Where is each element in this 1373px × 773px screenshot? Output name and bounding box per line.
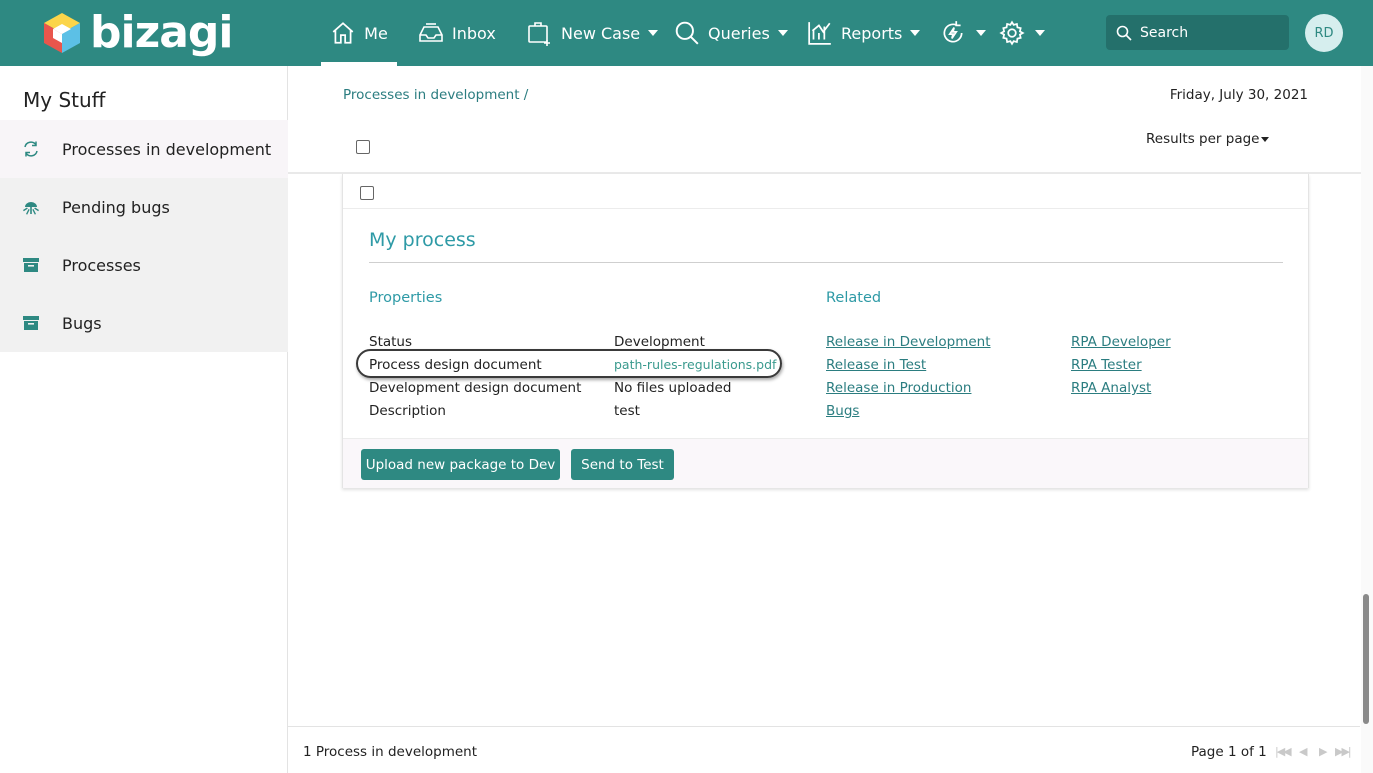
property-label: Development design document xyxy=(369,380,582,396)
new-case-icon xyxy=(528,22,550,46)
gear-icon xyxy=(999,20,1025,46)
next-page-icon[interactable]: ▶ xyxy=(1319,745,1328,758)
search-box[interactable] xyxy=(1106,15,1289,50)
magnifier-icon xyxy=(675,21,699,45)
archive-icon xyxy=(23,258,39,272)
sidebar-title: My Stuff xyxy=(23,88,106,112)
property-value: No files uploaded xyxy=(614,380,732,396)
nav-queries-label: Queries xyxy=(708,23,770,43)
sidebar-item-label: Bugs xyxy=(62,313,102,333)
nav-queries[interactable]: Queries xyxy=(674,0,788,66)
chevron-down-icon xyxy=(648,30,659,36)
lightning-refresh-icon xyxy=(943,21,963,43)
process-title: My process xyxy=(369,229,476,251)
nav-automation[interactable] xyxy=(940,0,986,66)
brand-name: bizagi xyxy=(90,7,233,58)
search-input[interactable] xyxy=(1140,24,1280,41)
link-release-in-production[interactable]: Release in Production xyxy=(826,380,971,396)
property-label: Description xyxy=(369,403,446,419)
link-release-in-development[interactable]: Release in Development xyxy=(826,334,991,350)
results-per-page-dropdown[interactable]: Results per page xyxy=(1146,131,1270,147)
chevron-down-icon xyxy=(1035,30,1045,36)
previous-page-icon[interactable]: ◀ xyxy=(1299,745,1308,758)
sidebar-item-label: Processes in development xyxy=(62,139,272,159)
user-avatar[interactable]: RD xyxy=(1305,14,1343,52)
chevron-down-icon xyxy=(777,30,788,36)
link-rpa-analyst[interactable]: RPA Analyst xyxy=(1071,380,1151,396)
chevron-down-icon xyxy=(910,30,921,36)
property-value: Development xyxy=(614,334,705,350)
current-date: Friday, July 30, 2021 xyxy=(1169,87,1308,103)
sidebar-item-label: Pending bugs xyxy=(62,197,170,217)
nav-new-case-label: New Case xyxy=(561,23,641,43)
list-footer: 1 Process in development Page 1 of 1 |◀◀… xyxy=(288,726,1360,773)
chevron-down-icon xyxy=(976,30,986,36)
process-card: My process Properties Related Status Dev… xyxy=(342,174,1309,488)
nav-reports-label: Reports xyxy=(841,23,903,43)
scrollbar-thumb[interactable] xyxy=(1363,594,1369,724)
page-indicator: Page 1 of 1 xyxy=(1191,744,1267,760)
nav-new-case[interactable]: New Case xyxy=(527,0,659,66)
property-label: Status xyxy=(369,334,413,350)
bug-icon xyxy=(23,202,39,215)
link-release-in-test[interactable]: Release in Test xyxy=(826,357,926,373)
bizagi-logo[interactable]: bizagi xyxy=(42,5,233,61)
link-rpa-developer[interactable]: RPA Developer xyxy=(1071,334,1171,350)
nav-me-label: Me xyxy=(364,23,388,43)
card-divider xyxy=(343,208,1308,209)
upload-package-button[interactable]: Upload new package to Dev xyxy=(361,449,560,480)
inbox-icon xyxy=(419,23,443,42)
title-underline xyxy=(369,262,1283,263)
nav-inbox[interactable]: Inbox xyxy=(418,0,496,66)
sidebar-item-processes-in-development[interactable]: Processes in development xyxy=(0,120,288,178)
sidebar-item-bugs[interactable]: Bugs xyxy=(0,294,288,352)
search-icon xyxy=(1116,25,1132,41)
link-rpa-tester[interactable]: RPA Tester xyxy=(1071,357,1142,373)
nav-settings[interactable] xyxy=(999,0,1045,66)
refresh-icon xyxy=(24,141,38,157)
properties-heading: Properties xyxy=(369,290,443,306)
select-all-checkbox[interactable] xyxy=(356,140,370,154)
sidebar: My Stuff Processes in development Pendin… xyxy=(0,66,288,773)
link-bugs[interactable]: Bugs xyxy=(826,403,859,419)
sidebar-item-pending-bugs[interactable]: Pending bugs xyxy=(0,178,288,236)
process-checkbox[interactable] xyxy=(360,186,374,200)
breadcrumb[interactable]: Processes in development / xyxy=(343,87,528,103)
related-heading: Related xyxy=(826,290,882,306)
chart-icon xyxy=(808,22,831,45)
first-page-icon[interactable]: |◀◀ xyxy=(1275,745,1292,758)
sidebar-item-processes[interactable]: Processes xyxy=(0,236,288,294)
process-count: 1 Process in development xyxy=(303,744,478,760)
nav-me[interactable]: Me xyxy=(321,0,397,66)
bizagi-cube-icon xyxy=(44,13,80,53)
results-per-page-label: Results per page xyxy=(1146,131,1260,147)
property-value: test xyxy=(614,403,640,419)
highlight-annotation xyxy=(356,349,782,378)
sidebar-item-label: Processes xyxy=(62,255,141,275)
archive-icon xyxy=(23,316,39,330)
send-to-test-button[interactable]: Send to Test xyxy=(571,449,674,480)
nav-inbox-label: Inbox xyxy=(452,23,496,43)
top-navigation-bar: bizagi Me Inbox New Case Queries Reports… xyxy=(0,0,1373,66)
card-actions: Upload new package to Dev Send to Test xyxy=(343,438,1308,488)
nav-reports[interactable]: Reports xyxy=(807,0,921,66)
home-icon xyxy=(332,22,354,44)
last-page-icon[interactable]: ▶▶| xyxy=(1335,745,1352,758)
chevron-down-icon xyxy=(1261,136,1270,142)
